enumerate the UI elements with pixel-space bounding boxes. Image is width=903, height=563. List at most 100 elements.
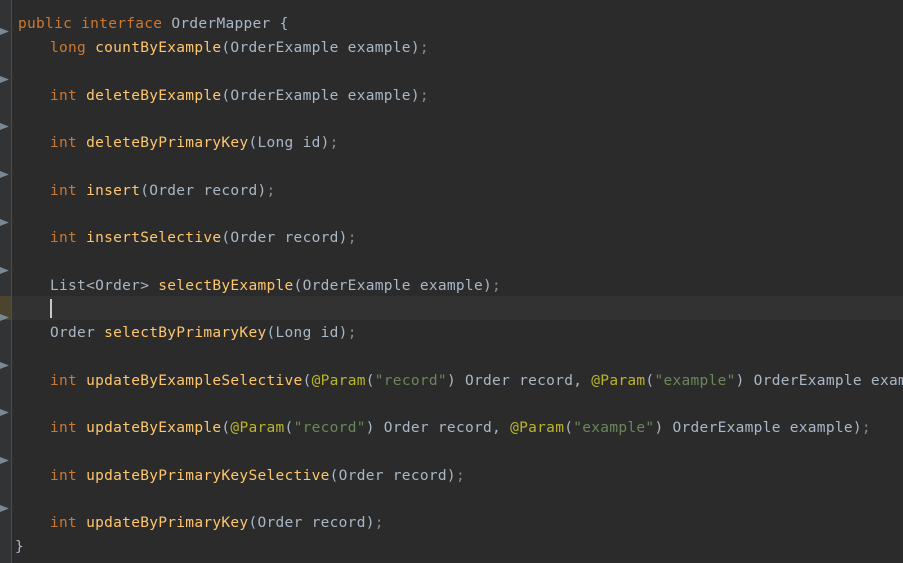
code-token: Order record <box>230 230 339 246</box>
code-token: ) <box>654 420 673 436</box>
code-token: OrderExample example <box>302 278 483 294</box>
code-token: @Param <box>591 373 646 389</box>
implemented-method-arrow-icon[interactable] <box>0 26 11 37</box>
code-token: OrderMapper <box>171 16 271 32</box>
code-token: ) <box>257 183 267 199</box>
code-token: countByExample <box>95 40 222 56</box>
code-token: Order record <box>464 373 574 389</box>
code-line: List<Order> selectByExample(OrderExample… <box>12 274 501 298</box>
code-token: ( <box>302 373 312 389</box>
code-token: OrderExample example <box>230 88 411 104</box>
implemented-method-arrow-icon[interactable] <box>0 265 11 276</box>
code-line: int deleteByExample(OrderExample example… <box>12 84 429 108</box>
code-token: ( <box>293 278 303 294</box>
text-caret <box>50 299 52 318</box>
implemented-method-arrow-icon[interactable] <box>0 169 11 180</box>
code-token: } <box>15 539 25 555</box>
code-token: Order record <box>338 468 447 484</box>
implemented-method-arrow-icon[interactable] <box>0 455 11 466</box>
code-token: updateByPrimaryKey <box>86 515 249 531</box>
code-token: ( <box>329 468 339 484</box>
code-token: ( <box>266 325 276 341</box>
code-token: ) <box>446 468 456 484</box>
code-token: ; <box>374 515 384 531</box>
code-token: @Param <box>230 420 285 436</box>
code-token: { <box>270 16 289 32</box>
code-token: updateByPrimaryKeySelective <box>86 468 330 484</box>
code-token: int <box>50 183 87 199</box>
code-token: ; <box>329 135 339 151</box>
code-token: @Param <box>510 420 565 436</box>
code-text-area[interactable]: public interface OrderMapper {long count… <box>12 0 903 563</box>
code-token: "record" <box>374 373 447 389</box>
code-token: int <box>50 230 87 246</box>
code-token: ) <box>852 420 862 436</box>
code-line: int updateByExample(@Param("record") Ord… <box>12 416 871 440</box>
implemented-method-arrow-icon[interactable] <box>0 217 11 228</box>
code-line: public interface OrderMapper { <box>12 12 289 36</box>
code-token: ; <box>419 88 429 104</box>
code-token: , <box>492 420 511 436</box>
code-token: ) <box>338 325 348 341</box>
code-token: long <box>50 40 96 56</box>
code-token: int <box>50 135 87 151</box>
code-token: ; <box>347 325 357 341</box>
code-line: int updateByPrimaryKeySelective(Order re… <box>12 464 465 488</box>
code-token: Order record <box>257 515 366 531</box>
code-token: int <box>50 515 87 531</box>
code-token: int <box>50 373 87 389</box>
implemented-method-arrow-icon[interactable] <box>0 121 11 132</box>
code-token: ; <box>455 468 465 484</box>
implemented-method-arrow-icon[interactable] <box>0 74 11 85</box>
code-token: Order record <box>149 183 258 199</box>
code-token: public interface <box>18 16 172 32</box>
code-token: ; <box>419 40 429 56</box>
implemented-method-arrow-icon[interactable] <box>0 503 11 514</box>
code-token: ( <box>284 420 294 436</box>
implemented-method-arrow-icon[interactable] <box>0 407 11 418</box>
code-token: ; <box>492 278 502 294</box>
code-token: "example" <box>573 420 655 436</box>
code-token: , <box>573 373 592 389</box>
code-token: ) <box>735 373 754 389</box>
code-line: } <box>12 535 24 559</box>
code-token: Long id <box>257 135 321 151</box>
code-token: Long id <box>275 325 339 341</box>
code-token: OrderExample example <box>230 40 411 56</box>
code-token: insertSelective <box>86 230 222 246</box>
code-token: Order <box>50 325 105 341</box>
code-line: long countByExample(OrderExample example… <box>12 36 429 60</box>
code-line: int insert(Order record); <box>12 179 276 203</box>
code-line: int updateByExampleSelective(@Param("rec… <box>12 369 903 393</box>
code-line: int insertSelective(Order record); <box>12 226 357 250</box>
code-token: insert <box>86 183 141 199</box>
code-token: @Param <box>311 373 366 389</box>
code-token: ) <box>365 515 375 531</box>
code-token: ) <box>446 373 465 389</box>
code-token: ; <box>266 183 276 199</box>
code-token: ) <box>410 40 420 56</box>
code-token: "record" <box>293 420 366 436</box>
code-token: "example" <box>654 373 736 389</box>
code-token: int <box>50 88 87 104</box>
code-token: ( <box>564 420 574 436</box>
code-token: ) <box>320 135 330 151</box>
code-token: updateByExample <box>86 420 222 436</box>
code-token: selectByExample <box>158 278 294 294</box>
code-token: ; <box>347 230 357 246</box>
code-token: ) <box>365 420 384 436</box>
code-line: Order selectByPrimaryKey(Long id); <box>12 321 357 345</box>
code-token: int <box>50 468 87 484</box>
implemented-method-arrow-icon[interactable] <box>0 360 11 371</box>
code-token: ) <box>410 88 420 104</box>
code-line: int deleteByPrimaryKey(Long id); <box>12 131 339 155</box>
code-token: ( <box>365 373 375 389</box>
implemented-method-arrow-icon[interactable] <box>0 312 11 323</box>
code-editor[interactable]: public interface OrderMapper {long count… <box>0 0 903 563</box>
